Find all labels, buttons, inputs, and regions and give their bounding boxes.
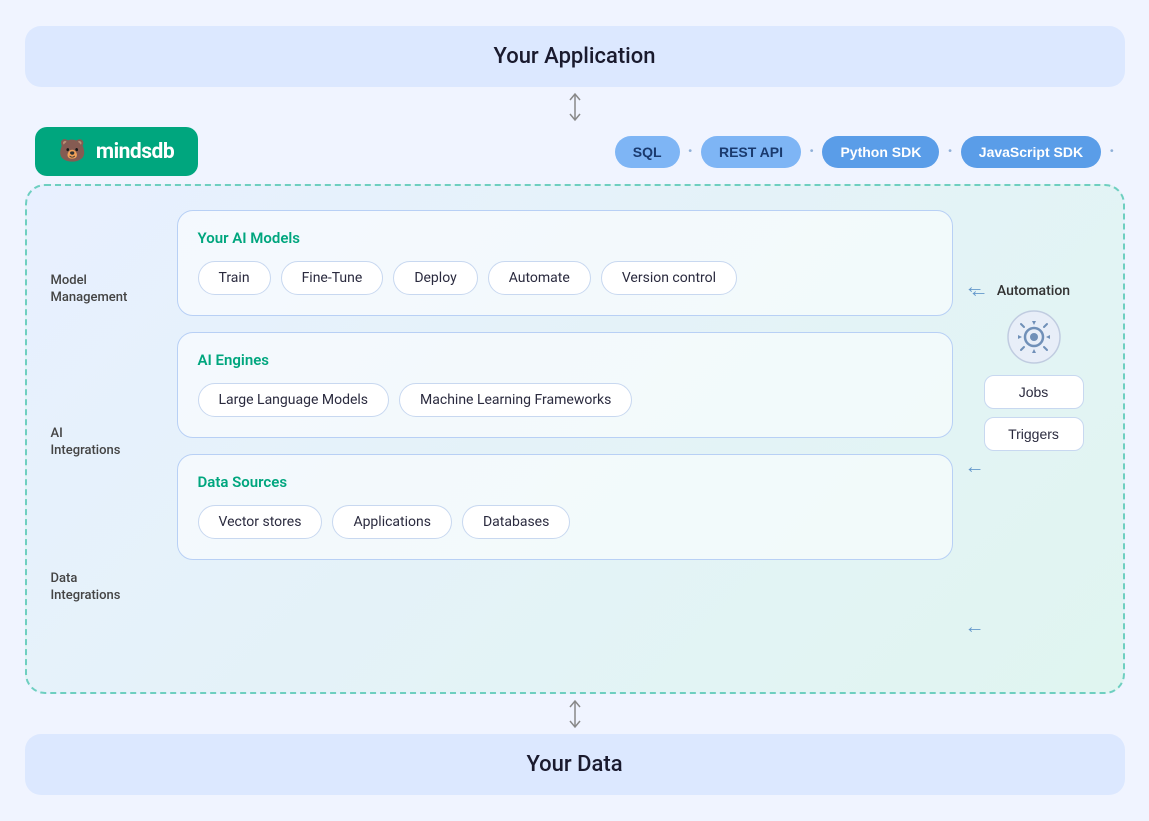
vector-stores-item: Vector stores — [198, 505, 323, 539]
ai-engines-title: AI Engines — [198, 351, 932, 369]
ai-engines-block: AI Engines Large Language Models Machine… — [177, 332, 953, 438]
sep-4: · — [1109, 141, 1114, 162]
ai-arrow-overlay-icon: ← — [965, 454, 985, 478]
left-labels: ModelManagement AIIntegrations DataInteg… — [51, 210, 161, 660]
sep-1: · — [688, 141, 693, 162]
model-management-label: ModelManagement — [51, 210, 161, 370]
bear-icon: 🐻 — [59, 139, 86, 164]
gear-icon — [1004, 307, 1064, 367]
ai-integrations-label: AIIntegrations — [51, 370, 161, 515]
sep-2: · — [809, 141, 814, 162]
data-sources-block: Data Sources Vector stores Applications … — [177, 454, 953, 560]
sql-button[interactable]: SQL — [615, 136, 680, 168]
automate-item: Automate — [488, 261, 591, 295]
top-arrow-connector — [25, 87, 1125, 127]
mindsdb-logo: 🐻 mindsdb — [35, 127, 199, 176]
data-arrow-overlay: ← — [965, 614, 985, 639]
ai-engines-items: Large Language Models Machine Learning F… — [198, 383, 932, 417]
triggers-button[interactable]: Triggers — [984, 417, 1084, 451]
sdk-buttons-group: SQL · REST API · Python SDK · JavaScript… — [615, 136, 1115, 168]
applications-item: Applications — [332, 505, 452, 539]
bottom-arrow-connector — [25, 694, 1125, 734]
data-arrow-overlay-icon: ← — [965, 614, 985, 638]
jobs-button[interactable]: Jobs — [984, 375, 1084, 409]
your-data-bar: Your Data — [25, 734, 1125, 795]
ai-arrow-overlay: ← — [965, 454, 985, 479]
content-area: ModelManagement AIIntegrations DataInteg… — [51, 210, 1099, 660]
deploy-item: Deploy — [393, 261, 477, 295]
train-item: Train — [198, 261, 271, 295]
main-container: ModelManagement AIIntegrations DataInteg… — [25, 184, 1125, 694]
python-sdk-button[interactable]: Python SDK — [822, 136, 939, 168]
rest-api-button[interactable]: REST API — [701, 136, 801, 168]
ai-models-items: Train Fine-Tune Deploy Automate Version … — [198, 261, 932, 295]
right-panel: ← Automation — [969, 210, 1099, 660]
data-sources-title: Data Sources — [198, 473, 932, 491]
llm-item: Large Language Models — [198, 383, 390, 417]
ml-frameworks-item: Machine Learning Frameworks — [399, 383, 632, 417]
databases-item: Databases — [462, 505, 570, 539]
model-arrow-overlay-icon: ← — [965, 274, 985, 298]
ai-models-block: Your AI Models Train Fine-Tune Deploy Au… — [177, 210, 953, 316]
data-integrations-label: DataIntegrations — [51, 515, 161, 660]
logo-text: mindsdb — [96, 140, 174, 164]
model-arrow-overlay: ← — [965, 274, 985, 299]
ai-models-title: Your AI Models — [198, 229, 932, 247]
fine-tune-item: Fine-Tune — [281, 261, 384, 295]
version-control-item: Version control — [601, 261, 737, 295]
sep-3: · — [947, 141, 952, 162]
automation-label: Automation — [997, 283, 1070, 299]
your-application-bar: Your Application — [25, 26, 1125, 87]
automation-section: Automation Job — [984, 283, 1084, 451]
sdk-row: 🐻 mindsdb SQL · REST API · Python SDK · … — [25, 127, 1125, 176]
center-blocks: Your AI Models Train Fine-Tune Deploy Au… — [177, 210, 953, 660]
javascript-sdk-button[interactable]: JavaScript SDK — [961, 136, 1101, 168]
data-sources-items: Vector stores Applications Databases — [198, 505, 932, 539]
